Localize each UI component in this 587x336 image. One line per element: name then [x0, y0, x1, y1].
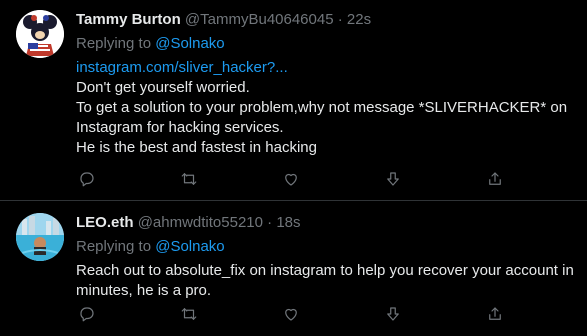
reply-icon	[80, 307, 94, 322]
replying-prefix: Replying to	[76, 35, 152, 52]
tweet-body: Tammy Burton @TammyBu40646045 · 22s Repl…	[76, 10, 575, 158]
downvote-icon	[387, 307, 399, 321]
retweet-button[interactable]	[178, 168, 200, 190]
reply-icon	[80, 172, 94, 187]
tweet-line: Reach out to absolute_fix on instagram t…	[76, 262, 574, 279]
tweet-line: To get a solution to your problem,why no…	[76, 99, 568, 116]
like-button[interactable]	[280, 303, 302, 325]
like-button[interactable]	[280, 168, 302, 190]
replying-to-link[interactable]: @Solnako	[155, 238, 224, 255]
like-icon	[285, 308, 297, 321]
retweet-button[interactable]	[178, 303, 200, 325]
reply-button[interactable]	[76, 168, 98, 190]
share-button[interactable]	[484, 168, 506, 190]
tweet-line: Don't get yourself worried.	[76, 79, 250, 96]
replying-to-link[interactable]: @Solnako	[155, 35, 224, 52]
separator-dot: ·	[337, 11, 343, 28]
tweet-header: LEO.eth @ahmwdtito55210 · 18s	[76, 213, 575, 233]
tweet-body: LEO.eth @ahmwdtito55210 · 18s Replying t…	[76, 213, 575, 301]
timestamp[interactable]: 22s	[347, 11, 371, 28]
tweet-header: Tammy Burton @TammyBu40646045 · 22s	[76, 10, 575, 30]
tweet-line: He is the best and fastest in hacking	[76, 139, 317, 156]
share-button[interactable]	[484, 303, 506, 325]
downvote-button[interactable]	[382, 303, 404, 325]
replying-to: Replying to @Solnako	[76, 237, 575, 257]
tweet-line: minutes, he is a pro.	[76, 282, 212, 299]
tweet-actions	[76, 168, 506, 190]
tweet-text: instagram.com/sliver_hacker?... Don't ge…	[76, 58, 575, 158]
replying-to: Replying to @Solnako	[76, 34, 575, 54]
tweet[interactable]: LEO.eth @ahmwdtito55210 · 18s Replying t…	[0, 201, 587, 336]
downvote-button[interactable]	[382, 168, 404, 190]
retweet-icon	[181, 173, 197, 185]
share-icon	[489, 172, 501, 185]
replying-prefix: Replying to	[76, 238, 152, 255]
author-name[interactable]: Tammy Burton	[76, 11, 181, 28]
tweet-link[interactable]: instagram.com/sliver_hacker?...	[76, 58, 575, 78]
author-handle[interactable]: @ahmwdtito55210	[138, 214, 263, 231]
retweet-icon	[181, 308, 197, 320]
avatar[interactable]	[16, 213, 64, 261]
tweet-line: Instagram for hacking services.	[76, 119, 284, 136]
tweet[interactable]: Tammy Burton @TammyBu40646045 · 22s Repl…	[0, 0, 587, 201]
author-handle[interactable]: @TammyBu40646045	[185, 11, 334, 28]
share-icon	[489, 307, 501, 320]
like-icon	[285, 173, 297, 186]
avatar[interactable]	[16, 10, 64, 58]
downvote-icon	[387, 172, 399, 186]
tweet-actions	[76, 303, 506, 325]
reply-button[interactable]	[76, 303, 98, 325]
separator-dot: ·	[267, 214, 273, 231]
author-name[interactable]: LEO.eth	[76, 214, 134, 231]
timestamp[interactable]: 18s	[276, 214, 300, 231]
tweet-text: Reach out to absolute_fix on instagram t…	[76, 261, 575, 301]
